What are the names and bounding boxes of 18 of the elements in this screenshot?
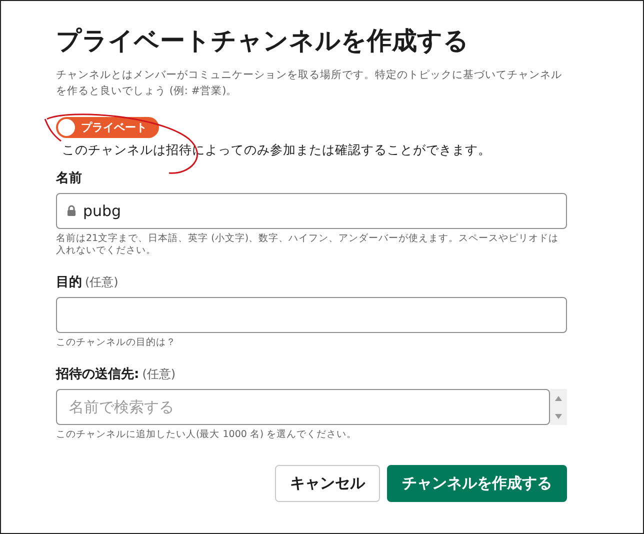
purpose-field[interactable] [56,297,567,333]
lock-icon [67,205,76,216]
optional-label: (任意) [142,366,176,383]
privacy-toggle[interactable]: プライベート [56,117,159,138]
field-hint: 名前は21文字まで、日本語、英字 (小文字)、数字、ハイフン、アンダーバーが使えます。スペースやピリオドは入れないでください。 [56,233,560,257]
dialog-title: プライベートチャンネルを作成する [56,25,470,57]
description-text: チャンネルとはメンバーがコミュニケーションを取る場所です。特定のトピックに基づいてチャンネルを作ると良いでしょう (例: #営業)。 [56,68,563,99]
search-field[interactable]: 名前で検索する [56,389,550,425]
scroll-arrows-icon[interactable] [550,389,567,425]
optional-label: (任意) [85,274,118,291]
field-hint: このチャンネルに追加したい人(最大 1000 名) を選んでください。 [56,429,358,441]
field-label: 招待の送信先: [56,366,140,383]
cancel-button[interactable]: キャンセル [275,465,380,502]
field-label: 名前 [56,170,82,187]
name-field[interactable]: pubg [56,193,567,229]
field-hint: このチャンネルの目的は？ [56,337,177,349]
create-button[interactable]: チャンネルを作成する [387,465,567,502]
field-label: 目的 [56,274,82,291]
